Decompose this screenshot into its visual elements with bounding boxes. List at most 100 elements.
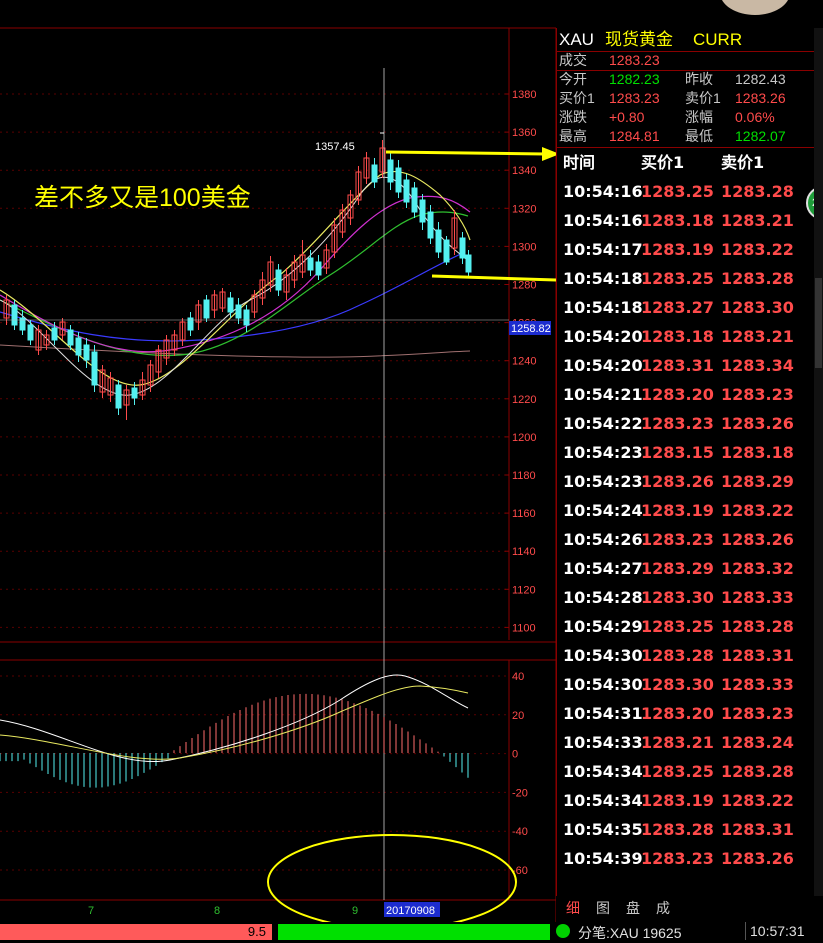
candle-body [75,337,82,356]
date-tick-label: 7 [88,905,94,917]
candle-body [235,304,242,319]
tick-ask: 1283.26 [721,414,794,433]
tick-time: 10:54:17 [563,240,643,259]
tick-row[interactable]: 10:54:28 1283.30 1283.33 [559,583,815,612]
tick-header-time: 时间 [563,153,596,172]
tick-time: 10:54:34 [563,791,643,810]
price-tick-label: 1220 [512,394,536,406]
candle-body [131,387,138,399]
scrollbar-thumb[interactable] [815,278,822,368]
bid1-value: 1283.23 [609,90,660,106]
status-red-segment: 9.5 [0,924,272,940]
ask1-label: 卖价1 [685,90,721,106]
tick-time: 10:54:30 [563,646,643,665]
quote-last-row: 成交 1283.23 [557,51,815,70]
tick-bid: 1283.21 [641,733,714,752]
price-tick-label: 1360 [512,127,536,139]
tick-row[interactable]: 10:54:34 1283.25 1283.28 [559,757,815,786]
tab-detail[interactable]: 细 [566,898,580,918]
change-pct-value: 0.06% [735,109,775,125]
price-tick-label: 1280 [512,280,536,292]
candle-body [315,261,322,276]
tick-row[interactable]: 10:54:35 1283.28 1283.31 [559,815,815,844]
tab-chart[interactable]: 图 [596,898,610,918]
tick-ask: 1283.32 [721,559,794,578]
tick-ask: 1283.30 [721,298,794,317]
tick-time: 10:54:18 [563,298,643,317]
tick-bid: 1283.25 [641,617,714,636]
quote-title-row: XAU 现货黄金 CURR [557,30,815,49]
last-value: 1283.23 [609,52,660,68]
price-tick-label: 1340 [512,165,536,177]
tab-trades[interactable]: 成 [656,898,670,918]
tick-ask: 1283.22 [721,791,794,810]
tick-time: 10:54:26 [563,530,643,549]
crosshair-date-label: 20170908 [386,905,435,917]
candle-body [11,304,18,326]
tick-bid: 1283.23 [641,849,714,868]
feed-label[interactable]: 分笔:XAU 19625 [578,923,682,943]
tick-row[interactable]: 10:54:34 1283.19 1283.22 [559,786,815,815]
tick-row[interactable]: 10:54:18 1283.25 1283.28 [559,264,815,293]
tick-bid: 1283.20 [641,385,714,404]
tick-row[interactable]: 10:54:29 1283.25 1283.28 [559,612,815,641]
price-tick-label: 1160 [512,508,536,520]
tick-row[interactable]: 10:54:39 1283.23 1283.26 [559,844,815,873]
tick-row[interactable]: 10:54:23 1283.26 1283.29 [559,467,815,496]
tick-bid: 1283.20 [641,704,714,723]
tick-table-header: 时间 买价1 卖价1 [559,148,815,177]
scrollbar-track[interactable] [814,28,823,896]
tick-time: 10:54:16 [563,182,643,201]
tick-row[interactable]: 10:54:20 1283.18 1283.21 [559,322,815,351]
candle-body [203,299,210,319]
candle-body [387,159,394,183]
tick-row[interactable]: 10:54:22 1283.23 1283.26 [559,409,815,438]
kline-chart[interactable]: 1380136013401320130012801260124012201200… [0,0,556,922]
prev-close-label: 昨收 [685,71,713,87]
tick-bid: 1283.23 [641,530,714,549]
tick-ask: 1283.28 [721,182,794,201]
tick-row[interactable]: 10:54:21 1283.20 1283.23 [559,380,815,409]
macd-tick-label: -40 [512,826,528,838]
quote-highlow-row: 最高 1284.81 最低 1282.07 [557,127,815,146]
tick-time: 10:54:23 [563,443,643,462]
macd-tick-label: 20 [512,710,524,722]
tick-time: 10:54:24 [563,501,643,520]
tick-row[interactable]: 10:54:31 1283.20 1283.23 [559,699,815,728]
tick-row[interactable]: 10:54:20 1283.31 1283.34 [559,351,815,380]
candle-body [465,254,472,273]
tick-time: 10:54:28 [563,588,643,607]
candle-body [91,351,98,386]
status-bar: 9.5 分笔:XAU 19625 10:57:31 [0,922,823,943]
tick-row[interactable]: 10:54:23 1283.15 1283.18 [559,438,815,467]
change-value: +0.80 [609,109,645,125]
tick-row[interactable]: 10:54:16 1283.25 1283.28 [559,177,815,206]
macd-tick-label: 0 [512,749,518,761]
tick-header-bid: 买价1 [641,153,685,172]
tick-row[interactable]: 10:54:26 1283.23 1283.26 [559,525,815,554]
tick-row[interactable]: 10:54:24 1283.19 1283.22 [559,496,815,525]
tick-row[interactable]: 10:54:27 1283.29 1283.32 [559,554,815,583]
candle-body [435,229,442,253]
avatar-fragment [720,0,790,15]
tick-bid: 1283.23 [641,414,714,433]
tick-time: 10:54:18 [563,269,643,288]
tick-bid: 1283.28 [641,820,714,839]
tick-row[interactable]: 10:54:33 1283.21 1283.24 [559,728,815,757]
tick-time: 10:54:35 [563,820,643,839]
tick-bid: 1283.31 [641,356,714,375]
tick-row[interactable]: 10:54:18 1283.27 1283.30 [559,293,815,322]
tick-row[interactable]: 10:54:30 1283.30 1283.33 [559,670,815,699]
candle-body [51,327,58,341]
tab-depth[interactable]: 盘 [626,898,640,918]
candle-body [403,179,410,203]
candle-body [419,199,426,223]
price-tick-label: 1300 [512,241,536,253]
tick-row[interactable]: 10:54:17 1283.19 1283.22 [559,235,815,264]
tick-bid: 1283.30 [641,588,714,607]
tick-row[interactable]: 10:54:30 1283.28 1283.31 [559,641,815,670]
tick-time: 10:54:27 [563,559,643,578]
tick-row[interactable]: 10:54:16 1283.18 1283.21 [559,206,815,235]
tick-time: 10:54:21 [563,385,643,404]
price-tick-label: 1180 [512,470,536,482]
